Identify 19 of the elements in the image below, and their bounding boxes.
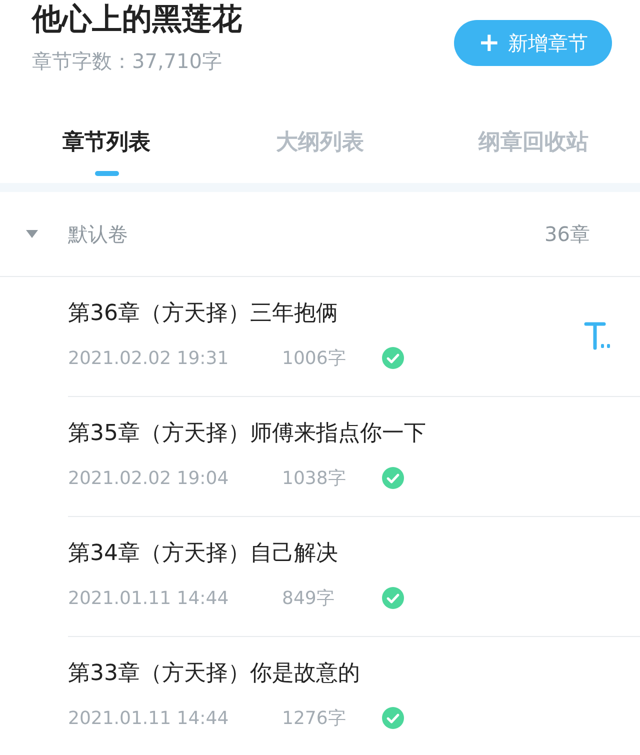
chapter-title[interactable]: 第34章（方天择）自己解决: [68, 539, 640, 569]
chapter-words: 1276字: [282, 707, 347, 730]
chapter-words: 1038字: [282, 467, 347, 490]
tab[interactable]: 章节列表: [0, 100, 214, 183]
chapter-time: 2021.02.02 19:04: [68, 468, 230, 488]
word-count: 章节字数：37,710字: [32, 48, 223, 75]
chapter-time: 2021.01.11 14:44: [68, 588, 230, 608]
chapter-time: 2021.01.11 14:44: [68, 708, 230, 728]
book-title: 他心上的黑莲花: [32, 1, 242, 39]
chapter-title[interactable]: 第36章（方天择）三年抱俩: [68, 299, 584, 329]
chapter-title[interactable]: 第33章（方天择）你是故意的: [68, 659, 640, 689]
chapter-title[interactable]: 第35章（方天择）师傅来指点你一下: [68, 419, 640, 449]
chapter-time: 2021.02.02 19:31: [68, 348, 230, 368]
volume-name: 默认卷: [68, 220, 129, 248]
chapter-words: 849字: [282, 587, 336, 610]
chapter-words: 1006字: [282, 347, 347, 370]
caret-icon[interactable]: [25, 229, 39, 239]
text-format-icon[interactable]: [584, 321, 612, 351]
chapter-count: 36章: [544, 220, 590, 248]
